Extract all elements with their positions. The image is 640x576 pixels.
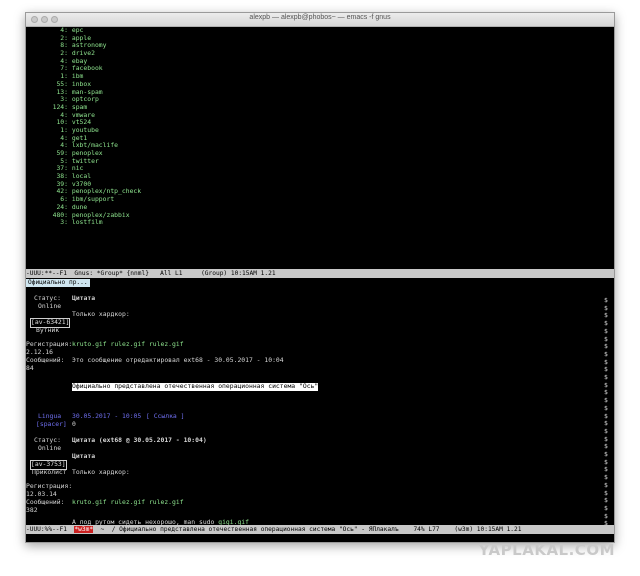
group-line[interactable]: 2: drive2 [34,49,594,58]
w3m-badge: *w3m* [74,526,94,533]
group-line[interactable]: 1: ibm [34,72,594,81]
quote-text: Только хардкор: [72,310,130,318]
article-buffer: Статус: Online Цитата Только хардкор: [a… [26,289,614,527]
spacer-label: [spacer] [36,420,67,428]
group-line[interactable]: 59: penoplex [34,149,594,158]
group-line[interactable]: 13: man-spam [34,88,594,97]
group-line[interactable]: 37: nic [34,165,594,173]
quote-text-2: Только хардкор: [72,468,130,476]
minibuffer-text: Официально пр... [26,279,90,287]
group-line[interactable]: 6: ibm/support [34,195,594,204]
group-line[interactable]: 3: optcorp [34,95,594,104]
gif-links[interactable]: kruto.gif rulez.gif rulez.gif [72,340,184,349]
highlighted-title[interactable]: Официально представлена отечественная оп… [72,382,319,391]
gif-links-2[interactable]: kruto.gif rulez.gif rulez.gif [72,498,184,507]
quote-label: Цитата [72,294,96,302]
post-link[interactable]: [ Ссылка ] [146,412,184,421]
group-buffer: 4: epc 2: apple 8: astronomy 2: drive2 4: eb… [34,26,594,227]
emacs-window: alexpb — alexpb@phobos~ — emacs -f gnus … [25,12,615,543]
user-rank-2: Приколист [32,468,67,476]
group-line[interactable]: 3: lostfilm [34,218,594,227]
group-unread-count: 3: [60,218,68,227]
msgs-count: 84 [26,364,34,372]
quote-header: Цитата (ext68 @ 30.05.2017 - 10:04) [72,436,207,444]
group-line[interactable]: 7: facebook [34,65,594,73]
status-value-2: Online [38,444,62,452]
modeline-left: -UUU:%%--F1 [26,526,75,533]
user-rank: Вутник [36,326,60,334]
group-line[interactable]: 5: twitter [34,157,594,166]
msgs-count-2: 382 [26,506,38,514]
modeline-rest: ~ / Официально представлена отечественна… [93,526,526,533]
edited-note: Это сообщение отредактировал ext68 - 30.… [72,356,284,364]
group-line[interactable]: 4: ebay [34,57,594,66]
status-value: Online [38,302,62,310]
group-line[interactable]: 480: penoplex/zabbix [34,211,594,220]
group-line[interactable]: 55: inbox [34,80,594,89]
group-line[interactable]: 10: vt524 [34,118,594,127]
quote-label-2: Цитата [72,452,96,460]
group-line[interactable]: 4: lxbt/maclife [34,141,594,150]
post-date: 30.05.2017 - 10:05 [72,412,142,420]
watermark: YAPLAKAL.COM [478,541,615,559]
article-mode-line: -UUU:%%--F1 *w3m* ~ / Официально предста… [26,525,614,534]
group-line[interactable]: 8: astronomy [34,42,594,50]
window-title: alexpb — alexpb@phobos~ — emacs -f gnus [249,14,391,21]
post-number: 0 [72,420,76,428]
group-line[interactable]: 124: spam [34,103,594,112]
group-line[interactable]: 42: penoplex/ntp_check [34,188,594,196]
group-line[interactable]: 1: youtube [34,126,594,135]
group-line[interactable]: 38: local [34,172,594,181]
title-bar: alexpb — alexpb@phobos~ — emacs -f gnus [26,13,614,27]
group-line[interactable]: 4: epc [34,26,594,35]
group-mode-line: -UUU:**--F1 Gnus: *Group* {nnml} All L1 … [26,269,614,278]
group-line[interactable]: 4: vmware [34,111,594,120]
group-line[interactable]: 2: apple [34,34,594,43]
group-name: lostfilm [71,218,103,227]
